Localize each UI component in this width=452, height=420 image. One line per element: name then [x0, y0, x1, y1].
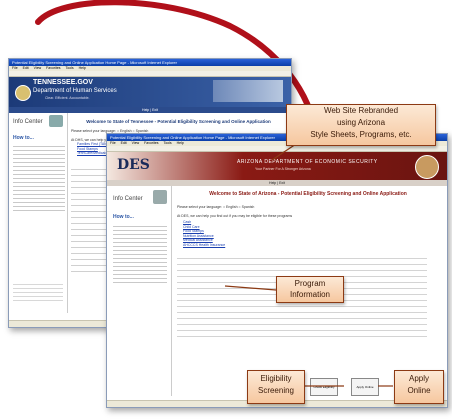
eligibility-line2: Screening — [257, 386, 295, 395]
rebrand-callout-line3: Style Sheets, Programs, etc. — [310, 130, 412, 139]
program-info-line2: Information — [289, 290, 331, 299]
rebrand-callout-line2: using Arizona — [336, 118, 386, 127]
callout-connectors — [224, 141, 393, 387]
eligibility-line1: Eligibility — [260, 374, 292, 383]
rebrand-callout-line1: Web Site Rebranded — [323, 106, 399, 115]
apply-online-callout: Apply Online — [394, 370, 444, 404]
apply-online-line1: Apply — [408, 374, 429, 383]
program-info-callout: Program Information — [276, 276, 344, 303]
apply-online-line2: Online — [407, 386, 431, 395]
program-info-line1: Program — [294, 279, 326, 288]
eligibility-callout: Eligibility Screening — [247, 370, 305, 404]
rebrand-callout: Web Site Rebranded using Arizona Style S… — [286, 104, 436, 146]
